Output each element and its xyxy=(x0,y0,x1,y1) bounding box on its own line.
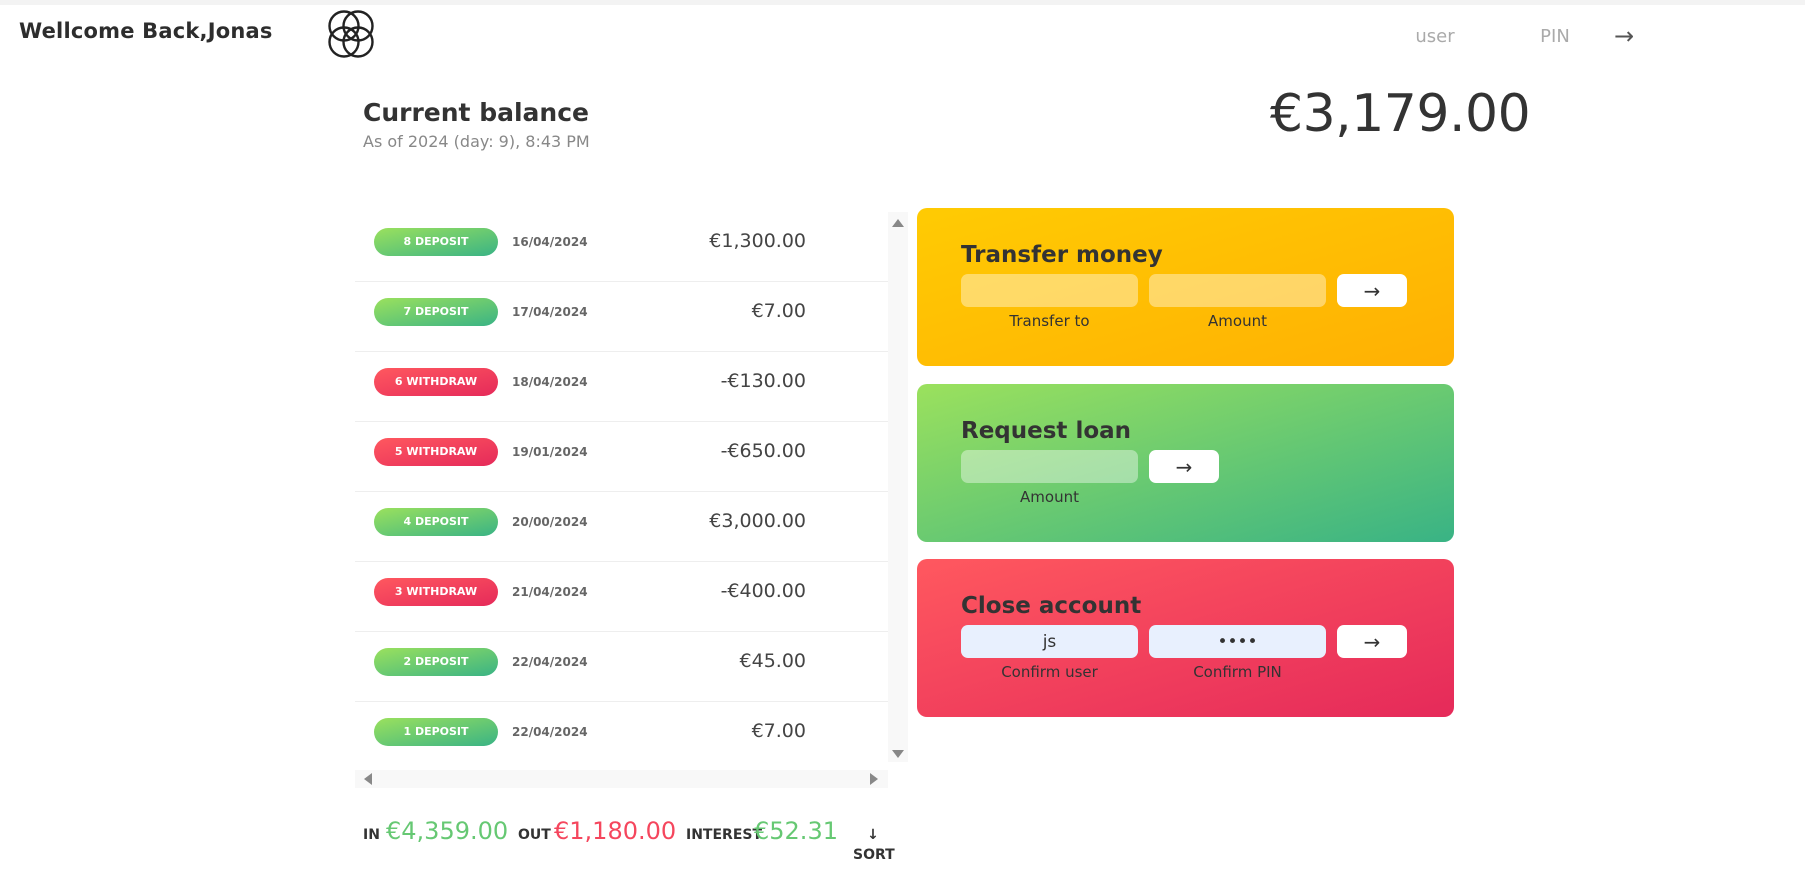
summary-interest-label: Interest xyxy=(686,827,763,843)
movement-type-badge: 1 DEPOSIT xyxy=(374,718,498,746)
close-submit-button[interactable]: → xyxy=(1337,625,1407,658)
close-pin-input[interactable] xyxy=(1149,625,1326,658)
movement-value: -€400.00 xyxy=(720,580,806,602)
balance-value: €3,179.00 xyxy=(1270,84,1531,144)
movement-row: 6 WITHDRAW 18/04/2024 -€130.00 xyxy=(355,352,890,422)
summary-interest-value: €52.31 xyxy=(754,817,838,845)
login-pin-input[interactable] xyxy=(1490,20,1620,52)
movement-row: 3 WITHDRAW 21/04/2024 -€400.00 xyxy=(355,562,890,632)
close-account-panel: Close account → Confirm user Confirm PIN xyxy=(917,559,1454,717)
transfer-amount-input[interactable] xyxy=(1149,274,1326,307)
scroll-down-arrow-icon[interactable] xyxy=(892,750,904,758)
loan-title: Request loan xyxy=(961,418,1132,444)
close-user-input[interactable] xyxy=(961,625,1138,658)
summary-out-label: Out xyxy=(518,827,551,843)
movement-type-badge: 7 DEPOSIT xyxy=(374,298,498,326)
loan-amount-input[interactable] xyxy=(961,450,1138,483)
movement-date: 19/01/2024 xyxy=(512,445,588,459)
transfer-to-label: Transfer to xyxy=(1009,312,1090,330)
transfer-to-input[interactable] xyxy=(961,274,1138,307)
movement-date: 17/04/2024 xyxy=(512,305,588,319)
movement-date: 22/04/2024 xyxy=(512,725,588,739)
movement-value: €1,300.00 xyxy=(709,230,806,252)
movement-date: 18/04/2024 xyxy=(512,375,588,389)
movement-type-badge: 3 WITHDRAW xyxy=(374,578,498,606)
movement-value: €3,000.00 xyxy=(709,510,806,532)
scroll-right-arrow-icon[interactable] xyxy=(870,773,878,785)
transfer-amount-label: Amount xyxy=(1208,312,1267,330)
transfer-submit-button[interactable]: → xyxy=(1337,274,1407,307)
movement-type-badge: 4 DEPOSIT xyxy=(374,508,498,536)
movement-date: 16/04/2024 xyxy=(512,235,588,249)
loan-amount-label: Amount xyxy=(1020,488,1079,506)
movement-date: 20/00/2024 xyxy=(512,515,588,529)
movement-row: 2 DEPOSIT 22/04/2024 €45.00 xyxy=(355,632,890,702)
movement-row: 7 DEPOSIT 17/04/2024 €7.00 xyxy=(355,282,890,352)
movement-row: 1 DEPOSIT 22/04/2024 €7.00 xyxy=(355,702,890,770)
transfer-title: Transfer money xyxy=(961,242,1163,268)
login-user-input[interactable] xyxy=(1370,20,1500,52)
movement-row: 5 WITHDRAW 19/01/2024 -€650.00 xyxy=(355,422,890,492)
summary-out-value: €1,180.00 xyxy=(554,817,677,845)
movement-type-badge: 6 WITHDRAW xyxy=(374,368,498,396)
summary-in-value: €4,359.00 xyxy=(386,817,509,845)
movement-value: €7.00 xyxy=(751,720,806,742)
movement-row: 4 DEPOSIT 20/00/2024 €3,000.00 xyxy=(355,492,890,562)
movement-row: 8 DEPOSIT 16/04/2024 €1,300.00 xyxy=(355,212,890,282)
balance-date: As of 2024 (day: 9), 8:43 PM xyxy=(363,132,590,151)
top-divider xyxy=(0,0,1805,5)
login-button[interactable]: → xyxy=(1614,22,1634,50)
movement-value: €45.00 xyxy=(739,650,806,672)
loan-submit-button[interactable]: → xyxy=(1149,450,1219,483)
movement-type-badge: 5 WITHDRAW xyxy=(374,438,498,466)
movements-list[interactable]: 8 DEPOSIT 16/04/2024 €1,300.00 7 DEPOSIT 17/… xyxy=(355,212,890,770)
close-title: Close account xyxy=(961,593,1142,619)
movement-value: €7.00 xyxy=(751,300,806,322)
close-pin-label: Confirm PIN xyxy=(1193,663,1282,681)
movement-type-badge: 8 DEPOSIT xyxy=(374,228,498,256)
loan-panel: Request loan → Amount xyxy=(917,384,1454,542)
horizontal-scrollbar[interactable] xyxy=(355,770,888,788)
transfer-panel: Transfer money → Transfer to Amount xyxy=(917,208,1454,366)
sort-arrow-icon: ↓ xyxy=(867,827,879,843)
movement-value: -€650.00 xyxy=(720,440,806,462)
scroll-up-arrow-icon[interactable] xyxy=(892,219,904,227)
welcome-message: Wellcome Back,Jonas xyxy=(19,19,273,43)
close-user-label: Confirm user xyxy=(1001,663,1098,681)
balance-label: Current balance xyxy=(363,98,589,127)
scroll-left-arrow-icon[interactable] xyxy=(364,773,372,785)
movement-type-badge: 2 DEPOSIT xyxy=(374,648,498,676)
bankist-logo-icon xyxy=(328,10,374,58)
movement-date: 22/04/2024 xyxy=(512,655,588,669)
movement-value: -€130.00 xyxy=(720,370,806,392)
sort-button[interactable]: ↓ SORT xyxy=(853,825,895,865)
summary-in-label: In xyxy=(363,827,380,843)
movement-date: 21/04/2024 xyxy=(512,585,588,599)
sort-label: SORT xyxy=(853,847,895,863)
vertical-scrollbar[interactable] xyxy=(888,212,908,762)
